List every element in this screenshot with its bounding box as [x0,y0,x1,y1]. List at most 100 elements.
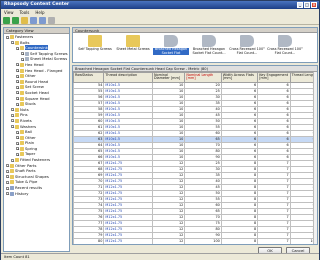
thumbnail-label: Cross Recessed 100° Flat Count... [229,47,265,55]
folder-icon [15,113,19,118]
expand-toggle-icon[interactable]: + [16,69,20,73]
folder-icon [126,35,140,47]
back-icon[interactable] [3,17,10,24]
up-folder-icon[interactable] [21,17,28,24]
thumbnail-item[interactable]: Cross Recessed 100° Flat Count... [229,34,265,62]
expand-toggle-icon[interactable]: + [16,91,20,95]
folder-icon [15,124,19,129]
column-header[interactable]: Nominal Length [mm] [184,72,222,83]
column-header[interactable]: RowStatus [73,72,105,83]
table-row[interactable]: 80M12x1.751210087100 [73,238,317,244]
expand-toggle-icon[interactable]: + [16,152,20,156]
thumbnail-label: Broached Hexagon Socket Flat Count... [192,47,226,55]
thumbnail-item[interactable]: Self Tapping Screws [77,34,113,62]
expand-toggle-icon[interactable]: + [16,130,20,134]
tree-item-label: Other Parts [15,162,37,168]
table-cell: 100 [184,238,222,244]
tree-item-label: Countersink [25,45,48,51]
expand-toggle-icon[interactable]: + [16,85,20,89]
column-header[interactable]: Width Across Flats [mm] [220,72,259,83]
folder-icon [15,158,19,163]
folder-icon [15,118,19,123]
expand-toggle-icon[interactable]: − [11,108,15,112]
thumbnail-label: Cross Recessed 100° Flat Count... [267,47,303,55]
part-icon [25,57,29,62]
tree-item-label: Round Head [25,78,49,84]
tree-item-label: Ball [25,129,33,135]
tree-item-label: Fitted Fasteners [20,157,51,163]
expand-toggle-icon[interactable]: − [11,119,15,123]
maximize-button[interactable]: □ [304,2,310,8]
expand-toggle-icon[interactable]: − [6,164,10,168]
tree-item-label: Rivets [20,117,32,123]
thumbnail-label: Self Tapping Screws [78,47,112,51]
tree-item-label: Studs [25,101,36,107]
expand-toggle-icon[interactable]: + [16,63,20,67]
expand-toggle-icon[interactable]: + [16,80,20,84]
folder-icon [20,130,24,135]
view-icon[interactable] [30,17,37,24]
expand-toggle-icon[interactable]: − [6,192,10,196]
filter-icon[interactable] [39,17,46,24]
main-window: Rhapsody Content Center _ □ × View Tools… [0,0,320,260]
expand-toggle-icon[interactable]: + [16,102,20,106]
column-header[interactable]: Key Engagement [mm] [257,72,291,83]
tree-item-label: Other [25,134,36,140]
tree-item[interactable]: − History [4,191,69,197]
status-bar: Item Count 81 [1,253,319,260]
search-icon[interactable] [48,17,55,24]
thumbnail-item[interactable]: Broached Hexagon Socket Flat [153,34,189,62]
expand-toggle-icon[interactable]: − [11,41,15,45]
screw-icon [240,35,254,47]
menu-help[interactable]: Help [35,9,44,16]
minimize-button[interactable]: _ [297,2,303,8]
tree-item-label: Taper [25,151,36,157]
folder-icon [20,141,24,146]
expand-toggle-icon[interactable]: − [11,125,15,129]
vertical-scrollbar[interactable] [313,72,317,244]
toolbar [1,16,319,25]
tree-item-label: Recent results [15,185,43,191]
expand-toggle-icon[interactable]: + [16,141,20,145]
expand-toggle-icon[interactable]: + [21,52,25,56]
category-tree: − Fasteners − Bolts + Countersink + Self Tappin… [4,34,69,196]
thumbnail-item[interactable]: Cross Recessed 100° Flat Count... [267,34,303,62]
expand-toggle-icon[interactable]: + [21,57,25,61]
expand-toggle-icon[interactable]: − [6,186,10,190]
expand-toggle-icon[interactable]: − [6,169,10,173]
expand-toggle-icon[interactable]: + [16,136,20,140]
expand-toggle-icon[interactable]: + [16,46,20,50]
forward-icon[interactable] [12,17,19,24]
expand-toggle-icon[interactable]: + [16,147,20,151]
expand-toggle-icon[interactable]: − [6,180,10,184]
tree-item-label: Hex Head - Flanged [25,67,63,73]
thumbnail-panel-title: Countersunk [73,28,317,33]
content-pane: Countersunk Self Tapping Screws Sheet Met… [72,27,318,255]
folder-icon [10,180,14,185]
thumbnail-item[interactable]: Sheet Metal Screws [115,34,151,62]
menu-view[interactable]: View [4,9,14,16]
part-icon [25,51,29,56]
close-button[interactable]: × [311,2,317,8]
thumbnail-item[interactable]: Broached Hexagon Socket Flat Count... [191,34,227,62]
folder-icon [20,68,24,73]
tree-item-label: Set Screw [25,84,44,90]
table-cell: 8 [220,238,259,244]
expand-toggle-icon[interactable]: − [11,113,15,117]
expand-toggle-icon[interactable]: + [16,74,20,78]
expand-toggle-icon[interactable]: − [6,175,10,179]
expand-toggle-icon[interactable]: − [6,35,10,39]
expand-toggle-icon[interactable]: + [16,97,20,101]
folder-icon [15,40,19,45]
folder-icon [20,46,24,51]
tree-item-label: Self Tapping Screws [30,50,68,56]
folder-icon [20,135,24,140]
menu-tools[interactable]: Tools [20,9,30,16]
column-header[interactable]: Thread description [103,72,153,83]
folder-icon [20,146,24,151]
tree-item-label: Socket Head [25,89,49,95]
column-header[interactable]: Nominal Diameter [mm] [151,72,186,83]
expand-toggle-icon[interactable]: − [11,158,15,162]
thumbnail-label: Sheet Metal Screws [116,47,150,51]
table-cell: M12x1.75 [103,238,153,244]
